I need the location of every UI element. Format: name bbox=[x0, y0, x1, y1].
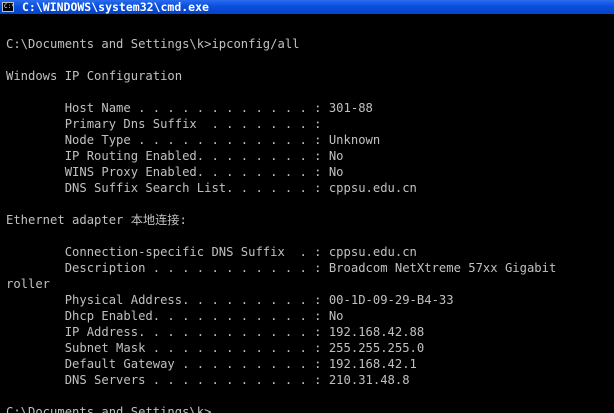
cmd-window: C:\ C:\WINDOWS\system32\cmd.exe C:\Docum… bbox=[0, 0, 614, 413]
console-line-heading: Windows IP Configuration bbox=[6, 69, 183, 83]
console-line-host-name: Host Name . . . . . . . . . . . . : 301-… bbox=[6, 101, 373, 115]
console-line-command: C:\Documents and Settings\k>ipconfig/all bbox=[6, 37, 300, 51]
console-output[interactable]: C:\Documents and Settings\k>ipconfig/all… bbox=[6, 36, 614, 413]
console-line-dhcp-enabled: Dhcp Enabled. . . . . . . . . . . : No bbox=[6, 309, 344, 323]
console-line-ip-routing: IP Routing Enabled. . . . . . . . : No bbox=[6, 149, 344, 163]
console-line-dns-servers: DNS Servers . . . . . . . . . . . : 210.… bbox=[6, 373, 410, 387]
console-line-description-wrap: roller bbox=[6, 277, 51, 291]
console-line-node-type: Node Type . . . . . . . . . . . . : Unkn… bbox=[6, 133, 381, 147]
title-bar[interactable]: C:\ C:\WINDOWS\system32\cmd.exe bbox=[0, 0, 614, 14]
console-line-description: Description . . . . . . . . . . . : Broa… bbox=[6, 261, 557, 275]
console-line-ip-address: IP Address. . . . . . . . . . . . : 192.… bbox=[6, 325, 425, 339]
console-line-prompt: C:\Documents and Settings\k> bbox=[6, 405, 212, 413]
console-line-default-gateway: Default Gateway . . . . . . . . . : 192.… bbox=[6, 357, 417, 371]
window-title: C:\WINDOWS\system32\cmd.exe bbox=[22, 0, 209, 14]
console-line-wins-proxy: WINS Proxy Enabled. . . . . . . . : No bbox=[6, 165, 344, 179]
console-line-subnet-mask: Subnet Mask . . . . . . . . . . . : 255.… bbox=[6, 341, 425, 355]
cmd-window-icon[interactable]: C:\ bbox=[2, 2, 14, 12]
console-line-adapter-heading: Ethernet adapter 本地连接: bbox=[6, 213, 187, 227]
console-line-connection-dns-suffix: Connection-specific DNS Suffix . : cppsu… bbox=[6, 245, 417, 259]
console-line-physical-address: Physical Address. . . . . . . . . : 00-1… bbox=[6, 293, 454, 307]
console-line-dns-suffix-search: DNS Suffix Search List. . . . . . : cpps… bbox=[6, 181, 417, 195]
console-line-primary-dns-suffix: Primary Dns Suffix . . . . . . . : bbox=[6, 117, 322, 131]
